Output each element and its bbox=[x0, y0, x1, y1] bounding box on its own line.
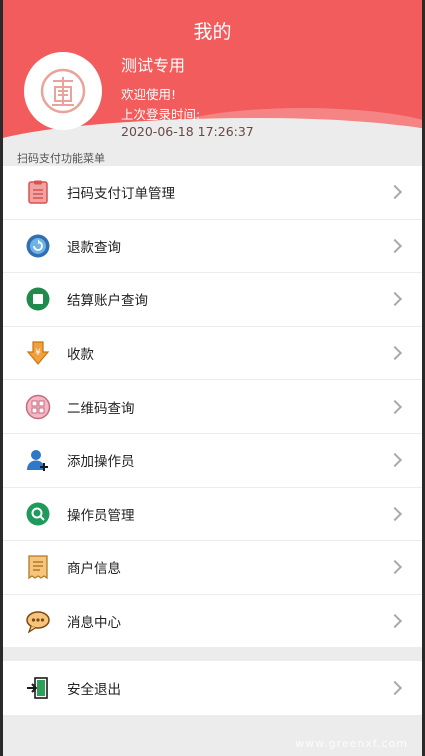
chevron-right-icon bbox=[387, 346, 403, 361]
profile-header: 我的 测试专用 欢迎使用! 上次登录时间: 2020-06-18 17:26:3… bbox=[3, 0, 422, 148]
menu-item-label: 扫码支付订单管理 bbox=[67, 186, 175, 203]
chevron-right-icon bbox=[387, 399, 403, 414]
app-frame: 我的 测试专用 欢迎使用! 上次登录时间: 2020-06-18 17:26:3… bbox=[0, 0, 425, 756]
menu-item-logout[interactable]: 安全退出 bbox=[3, 661, 422, 715]
exit-icon bbox=[25, 675, 51, 701]
refund-icon bbox=[25, 233, 51, 259]
avatar[interactable] bbox=[24, 52, 102, 130]
menu-item-receive[interactable]: ¥ 收款 bbox=[3, 327, 422, 381]
user-name: 测试专用 bbox=[121, 56, 186, 75]
function-menu: 扫码支付订单管理 退款查询 结算账户查询 ¥ 收款 二维码查询 添加操作员 操作… bbox=[3, 166, 422, 649]
chevron-right-icon bbox=[387, 680, 403, 695]
chevron-right-icon bbox=[387, 613, 403, 629]
menu-item-label: 收款 bbox=[67, 347, 94, 364]
menu-item-label: 结算账户查询 bbox=[67, 293, 148, 310]
menu-item-label: 商户信息 bbox=[67, 561, 121, 578]
menu-item-merchant-info[interactable]: 商户信息 bbox=[3, 541, 422, 595]
chevron-right-icon bbox=[387, 238, 403, 253]
menu-item-label: 安全退出 bbox=[67, 681, 121, 698]
chevron-right-icon bbox=[387, 292, 403, 307]
receive-money-icon: ¥ bbox=[25, 340, 51, 366]
svg-text:¥: ¥ bbox=[35, 348, 41, 358]
bank-logo-icon bbox=[40, 68, 86, 114]
merchant-icon bbox=[25, 554, 51, 580]
menu-item-label: 添加操作员 bbox=[67, 454, 135, 471]
chevron-right-icon bbox=[387, 453, 403, 468]
menu-item-operator-management[interactable]: 操作员管理 bbox=[3, 488, 422, 542]
message-icon bbox=[25, 608, 51, 634]
section-label: 扫码支付功能菜单 bbox=[17, 152, 105, 165]
exit-section: 安全退出 bbox=[3, 661, 422, 715]
menu-item-label: 消息中心 bbox=[67, 615, 121, 632]
qrcode-icon bbox=[25, 394, 51, 420]
menu-item-order-management[interactable]: 扫码支付订单管理 bbox=[3, 166, 422, 220]
page-title: 我的 bbox=[193, 21, 232, 43]
watermark: www.greenxf.com bbox=[295, 737, 408, 750]
chevron-right-icon bbox=[387, 560, 403, 575]
chevron-right-icon bbox=[387, 506, 403, 521]
menu-item-settlement-account[interactable]: 结算账户查询 bbox=[3, 273, 422, 327]
account-icon bbox=[25, 286, 51, 312]
menu-item-label: 退款查询 bbox=[67, 239, 121, 256]
clipboard-icon bbox=[25, 179, 51, 205]
last-login-time: 2020-06-18 17:26:37 bbox=[121, 124, 254, 139]
search-operator-icon bbox=[25, 501, 51, 527]
add-user-icon bbox=[25, 447, 51, 473]
welcome-text: 欢迎使用! bbox=[121, 87, 177, 102]
menu-item-refund-query[interactable]: 退款查询 bbox=[3, 220, 422, 274]
menu-item-qrcode-query[interactable]: 二维码查询 bbox=[3, 380, 422, 434]
menu-item-add-operator[interactable]: 添加操作员 bbox=[3, 434, 422, 488]
last-login-label: 上次登录时间: bbox=[121, 107, 201, 122]
menu-item-message-center[interactable]: 消息中心 bbox=[3, 595, 422, 649]
menu-item-label: 操作员管理 bbox=[67, 507, 135, 524]
chevron-right-icon bbox=[387, 185, 403, 200]
menu-item-label: 二维码查询 bbox=[67, 400, 135, 417]
